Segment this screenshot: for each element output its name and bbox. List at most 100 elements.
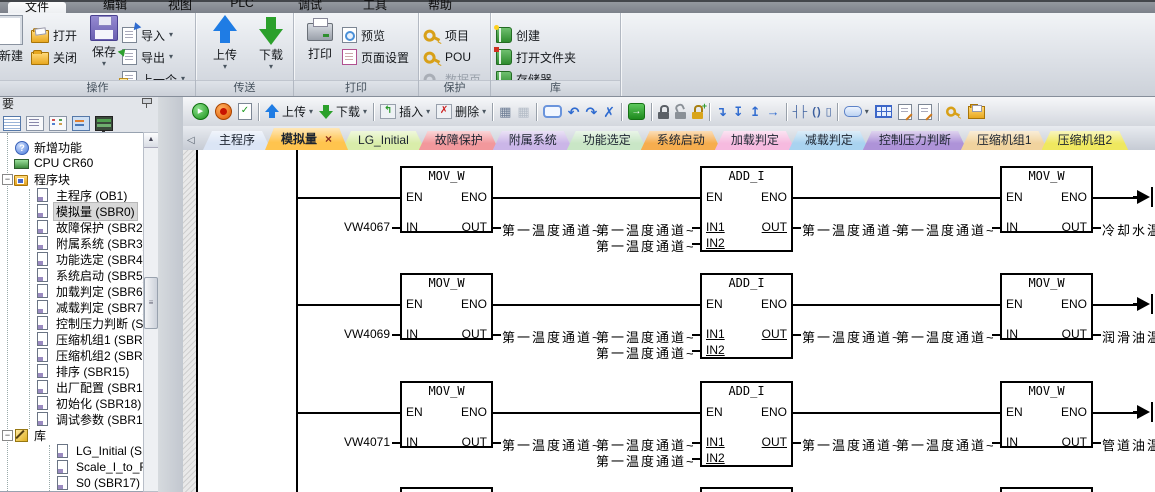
tree-expander-icon[interactable]: − [2,174,13,185]
editor-tab[interactable]: 系统启动× [641,131,721,150]
editor-tab[interactable]: LG_Initial× [342,131,425,150]
operand-output-label[interactable]: 润滑油温 [1102,327,1155,346]
operand-channel-label[interactable]: 第一温度通道~ [502,220,602,239]
pin-in2[interactable]: IN2 [706,343,725,357]
add-block[interactable]: ADD_I EN ENO IN1 OUT IN2 [700,166,793,252]
dropdown-icon[interactable]: ▾ [482,108,486,116]
cancel-edit-button[interactable]: ✗ [600,105,618,119]
editor-tab[interactable]: 压缩机组1× [961,131,1048,150]
save-button[interactable]: 保存 ▾ [82,15,126,68]
download-button[interactable]: 下载 ▾ [250,15,292,71]
pin-in[interactable]: IN [1006,220,1018,234]
dropdown-icon[interactable]: ▾ [309,108,313,116]
pin-in[interactable]: IN [1006,327,1018,341]
pin-out[interactable]: OUT [1062,435,1087,449]
tree-item[interactable]: − LG_Initial (SB [0,443,143,459]
branch-down-button[interactable]: ↴ [713,105,730,119]
tree-item[interactable]: − 库 [0,427,143,443]
operand-channel-label[interactable]: 第一温度通道~ [596,236,692,255]
lock-button[interactable] [655,104,672,120]
insert-coil-button[interactable]: ( ) [809,105,822,119]
tree-item[interactable]: − 附属系统 (SBR3) [0,235,143,251]
tree-item[interactable]: − S0 (SBR17) [0,475,143,491]
cross-reference-icon[interactable] [72,116,90,131]
tree-item[interactable]: − 新增功能 [0,139,143,155]
tree-item[interactable]: − 模拟量 (SBR0) [0,203,143,219]
tree-item[interactable]: − 出厂配置 (SBR16 [0,379,143,395]
pin-in[interactable]: IN [406,327,418,341]
tab-close-icon[interactable]: × [325,132,332,146]
mov-block[interactable]: MOV_W EN ENO IN OUT [1000,381,1093,448]
upload-toolbar-button[interactable]: 上传 ▾ [262,103,316,120]
tree-item[interactable]: − Scale_I_to_R [0,459,143,475]
open-button[interactable]: 打开 [31,25,77,45]
editor-tab[interactable]: 控制压力判断× [863,131,967,150]
operand-channel-label[interactable]: 第一温度通道~ [802,327,902,346]
editor-tab[interactable]: 减载判定× [789,131,869,150]
import-button[interactable]: 导入 ▾ [122,25,173,45]
operand-channel-label[interactable]: 第一温度通道~ [596,451,692,470]
pin-out[interactable]: OUT [1062,220,1087,234]
operand-channel-label[interactable]: 第一温度通道~ [802,220,902,239]
download-toolbar-button[interactable]: 下载 ▾ [316,103,370,120]
operand-output-label[interactable]: 冷却水温 [1102,220,1155,239]
tree-scrollbar[interactable]: ▲ ≡ [143,132,159,492]
scroll-up-icon[interactable]: ▲ [144,133,158,148]
pin-in[interactable]: IN [406,220,418,234]
operand-channel-label[interactable]: 第一温度通道~ [896,327,992,346]
dropdown-icon[interactable]: ▾ [363,108,367,116]
edit-network-note-button[interactable] [915,104,935,120]
editor-tab[interactable]: 压缩机组2× [1042,131,1129,150]
editor-tab[interactable]: 主程序× [203,131,271,150]
line-right-button[interactable]: → [764,105,783,119]
mov-block[interactable]: MOV_W EN ENO IN OUT [400,166,493,233]
menu-tab-edit[interactable]: 编辑 [95,0,135,13]
address-table-button[interactable] [872,105,895,118]
add-password-button[interactable]: + [689,104,706,120]
tree-item[interactable]: − 减载判定 (SBR7) [0,299,143,315]
pou-protect-toolbar-button[interactable] [942,104,965,119]
export-dropdown-icon[interactable]: ▾ [169,53,173,61]
menu-tab-debug[interactable]: 调试 [290,0,330,13]
pin-in2[interactable]: IN2 [706,236,725,250]
edit-note-button[interactable] [895,104,915,120]
operand-channel-label[interactable]: 第一温度通道~ [596,343,692,362]
upload-button[interactable]: 上传 ▾ [204,15,246,71]
create-library-button[interactable]: 创建 [496,25,540,45]
pin-in[interactable]: IN [1006,435,1018,449]
editor-tab[interactable]: 加载判定× [715,131,795,150]
pou-protect-button[interactable]: POU [424,47,471,67]
operand-channel-label[interactable]: 第一温度通道~ [802,435,902,454]
panel-splitter[interactable] [158,97,183,492]
pin-in1[interactable]: IN1 [706,435,725,449]
line-up-button[interactable]: ↥ [747,105,764,119]
insert-button[interactable]: ↰ 插入 ▾ [377,103,433,120]
menu-tab-file[interactable]: 文件 [8,2,66,13]
project-protect-button[interactable]: 项目 [424,25,469,45]
selection-box-button[interactable] [540,105,565,118]
unlock-button[interactable] [672,104,689,120]
mov-block[interactable]: MOV_W EN ENO IN OUT [400,381,493,448]
import-dropdown-icon[interactable]: ▾ [169,31,173,39]
compile-button[interactable]: ✓ [235,103,255,120]
addressing-button[interactable]: ▾ [841,106,872,117]
operand-output-label[interactable]: 管道油温 [1102,435,1155,454]
download-dropdown-icon[interactable]: ▾ [269,63,273,71]
tab-scroll-left-icon[interactable]: ◁ [187,135,195,146]
data-block-icon[interactable] [49,116,67,131]
editor-tab[interactable]: 模拟量× [265,128,348,150]
pin-out[interactable]: OUT [762,220,787,234]
stop-button[interactable] [212,103,235,120]
redo-button[interactable]: ↷ [582,105,600,119]
status-chart-icon[interactable] [26,116,44,131]
pin-out[interactable]: OUT [462,435,487,449]
run-button[interactable]: ▶ [189,103,212,120]
pin-out[interactable]: OUT [462,327,487,341]
monitor-icon[interactable] [95,116,113,131]
tree-item[interactable]: − 初始化 (SBR18) [0,395,143,411]
editor-tab[interactable]: 功能选定× [567,131,647,150]
mov-block[interactable]: MOV_W EN ENO IN OUT [400,273,493,340]
tree-item[interactable]: − 压缩机组1 (SBR9 [0,331,143,347]
add-block[interactable]: ADD_I EN ENO IN1 OUT IN2 [700,381,793,467]
preview-button[interactable]: 预览 [342,25,385,45]
